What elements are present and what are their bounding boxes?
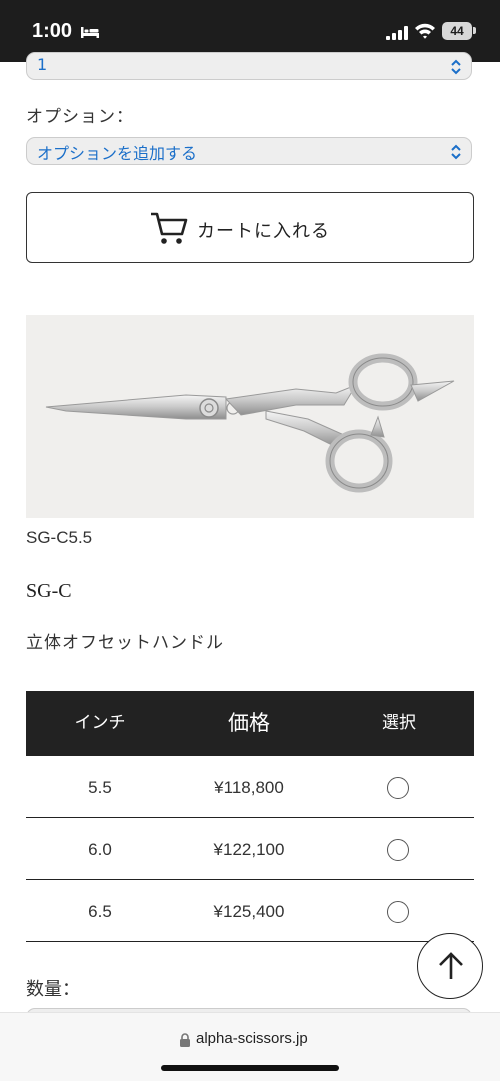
option-label: オプション： <box>26 107 134 127</box>
chevron-updown-icon <box>450 144 462 164</box>
option-select-value: オプションを追加する <box>37 144 198 163</box>
url-text[interactable]: alpha-scissors.jp <box>196 1030 308 1047</box>
header-inch: インチ <box>74 713 126 733</box>
cell-price: ¥122,100 <box>213 840 285 859</box>
price-table: インチ 価格 選択 5.5 ¥118,800 6.0 ¥122,100 6.5 … <box>26 691 474 942</box>
size-radio-5-5[interactable] <box>387 777 409 799</box>
table-row: 5.5 ¥118,800 <box>26 756 474 818</box>
cell-price: ¥118,800 <box>214 778 284 797</box>
quantity-label: 数量： <box>26 979 80 1000</box>
wifi-icon <box>414 22 436 43</box>
chevron-updown-icon <box>450 59 462 79</box>
cell-inch: 6.5 <box>88 902 112 921</box>
arrow-up-icon <box>439 952 463 979</box>
product-series-name: SG-C <box>26 580 72 602</box>
option-select[interactable]: オプションを追加する <box>26 137 472 165</box>
cell-inch: 5.5 <box>88 778 112 797</box>
cell-price: ¥125,400 <box>213 902 285 921</box>
product-model-code: SG-C5.5 <box>26 528 93 547</box>
bed-icon <box>80 24 100 43</box>
size-radio-6-5[interactable] <box>387 901 409 923</box>
header-price: 価格 <box>228 711 270 735</box>
battery-tip <box>473 27 476 34</box>
browser-address-bar[interactable]: alpha-scissors.jp <box>0 1012 500 1081</box>
product-feature: 立体オフセットハンドル <box>26 633 224 653</box>
battery-icon: 44 <box>442 22 472 40</box>
product-image <box>26 315 474 518</box>
home-indicator <box>161 1065 339 1071</box>
status-time: 1:00 <box>32 20 73 42</box>
quantity-select-top[interactable]: 1 <box>26 52 472 80</box>
cell-inch: 6.0 <box>88 840 112 859</box>
header-select: 選択 <box>382 713 416 733</box>
table-row: 6.0 ¥122,100 <box>26 818 474 880</box>
table-row: 6.5 ¥125,400 <box>26 880 474 942</box>
cart-icon <box>149 208 189 252</box>
quantity-select-value: 1 <box>37 55 48 74</box>
scroll-to-top-button[interactable] <box>417 933 483 999</box>
table-header: インチ 価格 選択 <box>26 691 474 756</box>
add-to-cart-label: カートに入れる <box>197 221 330 242</box>
scissors-illustration <box>45 353 455 493</box>
add-to-cart-button[interactable]: カートに入れる <box>26 192 474 263</box>
size-radio-6-0[interactable] <box>387 839 409 861</box>
signal-icon <box>386 25 408 44</box>
lock-icon <box>179 1032 191 1051</box>
